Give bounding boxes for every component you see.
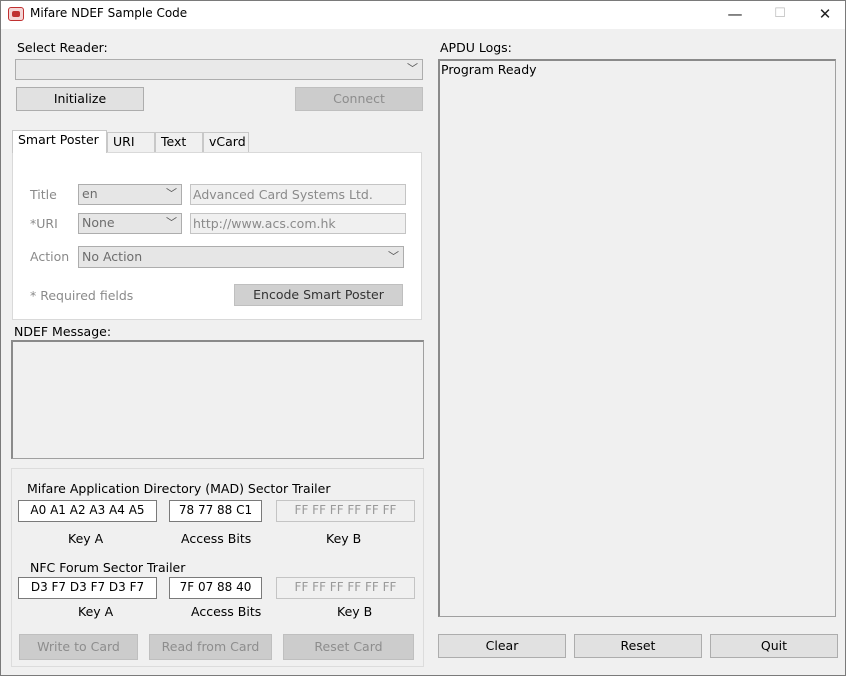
action-value: No Action [82, 249, 143, 264]
app-window: Mifare NDEF Sample Code — ☐ ✕ Select Rea… [0, 0, 846, 676]
nfc-sector-trailer-heading: NFC Forum Sector Trailer [30, 560, 186, 575]
read-from-card-button[interactable]: Read from Card [149, 634, 272, 660]
uri-input[interactable]: http://www.acs.com.hk [190, 213, 406, 234]
mad-access-bits-label: Access Bits [181, 531, 252, 546]
chevron-down-icon: ﹀ [166, 216, 177, 229]
nfc-key-b-label: Key B [337, 604, 373, 619]
mad-key-a-label: Key A [68, 531, 104, 546]
mad-key-a-field[interactable]: A0 A1 A2 A3 A4 A5 [18, 500, 157, 522]
title-input[interactable]: Advanced Card Systems Ltd. [190, 184, 406, 205]
initialize-button[interactable]: Initialize [16, 87, 144, 111]
title-label: Title [30, 187, 57, 202]
acs-app-icon [8, 7, 24, 21]
quit-button[interactable]: Quit [710, 634, 838, 658]
nfc-key-a-field[interactable]: D3 F7 D3 F7 D3 F7 [18, 577, 157, 599]
window-title: Mifare NDEF Sample Code [30, 6, 188, 20]
tab-vcard[interactable]: vCard [203, 132, 249, 152]
uri-label: *URI [30, 216, 58, 231]
mad-key-b-label: Key B [326, 531, 362, 546]
action-label: Action [30, 249, 70, 264]
chevron-down-icon: ﹀ [388, 250, 399, 263]
reader-select[interactable]: ﹀ [15, 59, 423, 80]
ndef-message-label: NDEF Message: [14, 324, 112, 339]
minimize-button[interactable]: — [712, 1, 758, 29]
apdu-logs-textbox[interactable]: Program Ready [438, 59, 836, 617]
mad-access-bits-field[interactable]: 78 77 88 C1 [169, 500, 262, 522]
ndef-message-textbox[interactable] [11, 340, 424, 459]
nfc-key-a-label: Key A [78, 604, 114, 619]
nfc-key-b-field[interactable]: FF FF FF FF FF FF [276, 577, 415, 599]
uri-prefix-select[interactable]: None ﹀ [78, 213, 182, 234]
reset-card-button[interactable]: Reset Card [283, 634, 414, 660]
connect-button[interactable]: Connect [295, 87, 423, 111]
write-to-card-button[interactable]: Write to Card [19, 634, 138, 660]
title-language-value: en [82, 186, 98, 201]
chevron-down-icon: ﹀ [407, 62, 418, 75]
reset-button[interactable]: Reset [574, 634, 702, 658]
title-language-select[interactable]: en ﹀ [78, 184, 182, 205]
nfc-access-bits-field[interactable]: 7F 07 88 40 [169, 577, 262, 599]
tab-uri[interactable]: URI [107, 132, 155, 152]
tab-text[interactable]: Text [155, 132, 203, 152]
chevron-down-icon: ﹀ [166, 187, 177, 200]
action-select[interactable]: No Action ﹀ [78, 246, 404, 268]
mad-key-b-field[interactable]: FF FF FF FF FF FF [276, 500, 415, 522]
title-bar[interactable]: Mifare NDEF Sample Code — ☐ ✕ [1, 1, 845, 29]
mad-sector-trailer-heading: Mifare Application Directory (MAD) Secto… [27, 481, 331, 496]
clear-button[interactable]: Clear [438, 634, 566, 658]
apdu-logs-label: APDU Logs: [440, 40, 512, 55]
close-button[interactable]: ✕ [802, 1, 846, 29]
select-reader-label: Select Reader: [17, 40, 108, 55]
maximize-button[interactable]: ☐ [757, 1, 803, 29]
apdu-log-line: Program Ready [441, 62, 537, 77]
encode-smart-poster-button[interactable]: Encode Smart Poster [234, 284, 403, 306]
tab-smart-poster[interactable]: Smart Poster [12, 130, 107, 153]
nfc-access-bits-label: Access Bits [191, 604, 262, 619]
uri-prefix-value: None [82, 215, 115, 230]
required-fields-note: * Required fields [30, 288, 134, 303]
